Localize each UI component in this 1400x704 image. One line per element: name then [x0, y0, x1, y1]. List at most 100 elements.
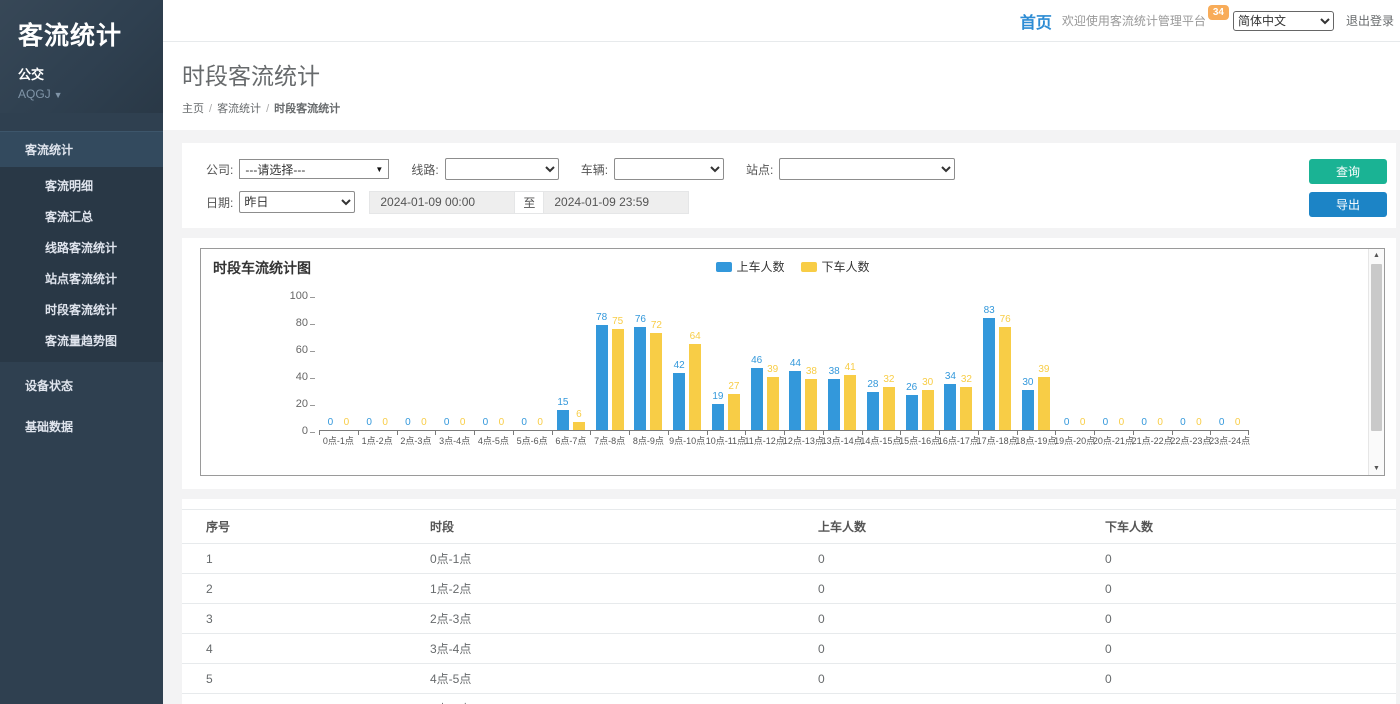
chart-bar-column: 0	[363, 295, 375, 430]
bar-value-label: 15	[557, 397, 568, 409]
bar-value-label: 0	[366, 417, 372, 429]
bar-value-label: 39	[767, 364, 778, 376]
company-select[interactable]: ---请选择--- ▼	[239, 159, 389, 179]
table-cell: 0	[1081, 664, 1396, 694]
scroll-up-icon[interactable]: ▲	[1369, 252, 1384, 259]
bar-value-label: 64	[690, 331, 701, 343]
sidebar-subitem[interactable]: 站点客流统计	[0, 263, 163, 294]
chart-bar-column: 0	[324, 295, 336, 430]
station-select[interactable]	[779, 158, 955, 180]
chart-bar-column: 41	[844, 295, 856, 430]
bar-value-label: 78	[596, 312, 607, 324]
date-preset-select[interactable]: 昨日	[239, 191, 355, 213]
sidebar-item[interactable]: 设备状态	[0, 368, 163, 403]
scrollbar-thumb[interactable]	[1371, 264, 1382, 431]
chart-bar-group: 1566点-7点	[552, 296, 591, 430]
y-axis-tick: 60	[277, 344, 319, 356]
chart-bar-group: 76728点-9点	[629, 296, 668, 430]
chart-scrollbar[interactable]: ▲ ▼	[1368, 249, 1384, 475]
bar-value-label: 38	[829, 366, 840, 378]
chart-bar-column: 0	[495, 295, 507, 430]
chart-bar	[883, 387, 895, 430]
sidebar-item[interactable]: 客流统计	[0, 131, 163, 167]
x-axis-label: 9点-10点	[669, 434, 705, 447]
station-label: 站点:	[746, 161, 773, 178]
bar-value-label: 32	[883, 374, 894, 386]
table-cell: 3点-4点	[406, 634, 794, 664]
chart-bar-column: 0	[1232, 295, 1244, 430]
notification-badge: 34	[1208, 5, 1229, 20]
bar-value-label: 46	[751, 355, 762, 367]
x-axis-label: 11点-12点	[744, 434, 784, 447]
table-cell: 0	[794, 694, 1081, 704]
table-cell: 0	[794, 544, 1081, 574]
time-period-table: 序号时段上车人数下车人数 10点-1点0021点-2点0032点-3点0043点…	[182, 509, 1396, 704]
home-link[interactable]: 首页	[1020, 9, 1052, 33]
search-button[interactable]: 查询	[1309, 159, 1387, 184]
bar-value-label: 32	[961, 374, 972, 386]
chart-bar-group: 192710点-11点	[707, 296, 746, 430]
user-menu[interactable]: AQGJ▼	[18, 87, 145, 101]
sidebar-brand: 客流统计 公交 AQGJ▼	[0, 0, 163, 113]
chart-bar-column: 38	[828, 295, 840, 430]
table-cell: 0	[794, 574, 1081, 604]
legend-item[interactable]: 上车人数	[715, 258, 784, 275]
chart-bar-group: 000点-1点	[319, 296, 358, 430]
bar-value-label: 76	[1000, 314, 1011, 326]
table-cell: 0	[1081, 694, 1396, 704]
caret-down-icon: ▼	[375, 165, 383, 174]
bar-value-label: 0	[1196, 417, 1202, 429]
date-to-label: 至	[515, 191, 543, 214]
date-from-input[interactable]	[369, 191, 515, 214]
bar-value-label: 0	[1064, 417, 1070, 429]
caret-down-icon: ▼	[54, 90, 63, 100]
chart-bar	[751, 368, 763, 430]
x-axis-label: 21点-22点	[1132, 434, 1173, 447]
bar-value-label: 30	[922, 377, 933, 389]
logout-link[interactable]: 退出登录	[1346, 12, 1394, 29]
vehicle-select[interactable]	[614, 158, 724, 180]
table-row: 54点-5点00	[182, 664, 1396, 694]
export-button[interactable]: 导出	[1309, 192, 1387, 217]
breadcrumb-item[interactable]: 主页	[182, 103, 204, 115]
chart-bar-column: 0	[418, 295, 430, 430]
x-axis-label: 8点-9点	[633, 434, 664, 447]
sidebar-subitem[interactable]: 客流汇总	[0, 201, 163, 232]
chart-legend: 上车人数 下车人数	[715, 258, 869, 275]
chart-bar-group: 004点-5点	[474, 296, 513, 430]
y-axis-tick: 40	[277, 371, 319, 383]
language-select[interactable]: 简体中文	[1233, 11, 1334, 31]
chart-bar	[867, 392, 879, 430]
chart-bar-group: 002点-3点	[397, 296, 436, 430]
chart-bar-group: 384113点-14点	[823, 296, 862, 430]
sidebar-subitem[interactable]: 客流明细	[0, 170, 163, 201]
sidebar-subitem[interactable]: 线路客流统计	[0, 232, 163, 263]
sidebar-subitem[interactable]: 时段客流统计	[0, 294, 163, 325]
bar-value-label: 75	[612, 316, 623, 328]
sidebar-item[interactable]: 基础数据	[0, 409, 163, 444]
scroll-down-icon[interactable]: ▼	[1369, 465, 1384, 472]
y-axis-tick: 0	[277, 425, 319, 437]
filter-row-2: 日期: 昨日 至	[198, 190, 1286, 214]
chart-panel: 时段车流统计图 上车人数下车人数 020406080100000点-1点001点…	[182, 238, 1396, 489]
legend-item[interactable]: 下车人数	[801, 258, 870, 275]
line-select[interactable]	[445, 158, 559, 180]
chart-bar-column: 0	[1138, 295, 1150, 430]
breadcrumb-item[interactable]: 客流统计	[217, 103, 261, 115]
table-cell: 0	[1081, 634, 1396, 664]
date-to-input[interactable]	[543, 191, 689, 214]
bar-value-label: 0	[1180, 417, 1186, 429]
sidebar-subitem[interactable]: 客流量趋势图	[0, 325, 163, 356]
chart-bar	[983, 318, 995, 430]
bar-value-label: 26	[906, 382, 917, 394]
chart-bar-group: 343216点-17点	[939, 296, 978, 430]
bar-value-label: 0	[444, 417, 450, 429]
bar-value-label: 0	[1119, 417, 1125, 429]
y-axis-tick: 100	[277, 290, 319, 302]
chart-plot: 020406080100000点-1点001点-2点002点-3点003点-4点…	[319, 296, 1249, 431]
table-cell: 4点-5点	[406, 664, 794, 694]
chart-bar-column: 32	[883, 295, 895, 430]
chart-bar-column: 0	[441, 295, 453, 430]
table-cell: 4	[182, 634, 406, 664]
legend-label: 下车人数	[822, 258, 870, 275]
